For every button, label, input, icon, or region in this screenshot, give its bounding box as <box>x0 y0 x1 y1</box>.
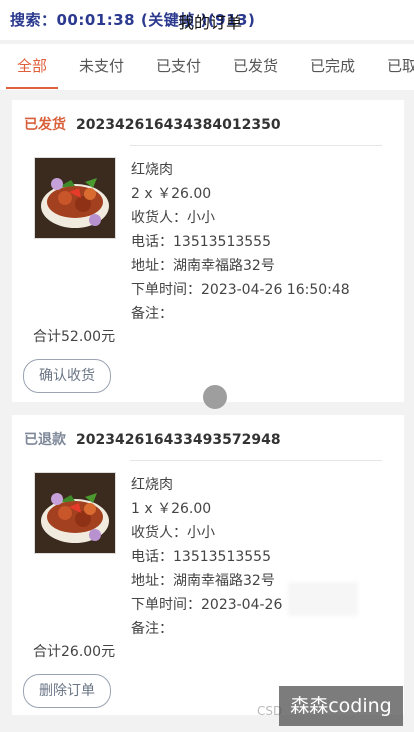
top-bar: 搜索：00:01:38 (关键帧 )(913) 我的订单 <box>0 0 414 40</box>
order-time: 下单时间：2023-04-26 <box>131 597 283 613</box>
order-status: 已发货 <box>24 117 66 133</box>
tab-completed[interactable]: 已完成 <box>310 44 355 90</box>
food-image-icon[interactable] <box>34 157 116 239</box>
order-status: 已退款 <box>24 432 66 448</box>
order-header: 已发货 202342616434384012350 <box>24 114 281 134</box>
phone: 电话：13513513555 <box>131 549 271 565</box>
active-tab-indicator <box>6 87 58 89</box>
order-details: 红烧肉 2 x ￥26.00 收货人：小小 电话：13513513555 地址：… <box>131 158 350 326</box>
order-card: 已发货 202342616434384012350 红烧肉 2 x ￥26.00 … <box>12 100 404 402</box>
item-qty-price: 2 x ￥26.00 <box>131 186 212 202</box>
order-total: 合计52.00元 <box>33 329 116 345</box>
food-image-icon[interactable] <box>34 472 116 554</box>
receiver: 收货人：小小 <box>131 210 215 226</box>
tab-cancelled[interactable]: 已取 <box>387 44 414 90</box>
remark: 备注： <box>131 621 173 637</box>
order-total: 合计26.00元 <box>33 644 116 660</box>
order-time: 下单时间：2023-04-26 16:50:48 <box>131 282 350 298</box>
scroll-indicator-icon[interactable] <box>203 385 227 409</box>
order-card: 已退款 202342616433493572948 红烧肉 1 x ￥26.00 … <box>12 415 404 715</box>
tab-paid[interactable]: 已支付 <box>156 44 201 90</box>
order-header: 已退款 202342616433493572948 <box>24 429 281 449</box>
tab-unpaid[interactable]: 未支付 <box>79 44 124 90</box>
divider <box>130 145 382 146</box>
confirm-receipt-button[interactable]: 确认收货 <box>23 359 111 393</box>
item-name: 红烧肉 <box>131 162 173 178</box>
order-number: 202342616434384012350 <box>76 117 281 133</box>
remark: 备注： <box>131 306 173 322</box>
tab-all[interactable]: 全部 <box>17 44 47 90</box>
item-name: 红烧肉 <box>131 477 173 493</box>
order-tabs: 全部 未支付 已支付 已发货 已完成 已取 <box>0 44 414 90</box>
address: 地址：湖南幸福路32号 <box>131 258 275 274</box>
tab-shipped[interactable]: 已发货 <box>233 44 278 90</box>
address: 地址：湖南幸福路32号 <box>131 573 275 589</box>
watermark-badge: 森森coding <box>279 686 403 726</box>
item-qty-price: 1 x ￥26.00 <box>131 501 212 517</box>
order-number: 202342616433493572948 <box>76 432 281 448</box>
delete-order-button[interactable]: 删除订单 <box>23 674 111 708</box>
divider <box>130 460 382 461</box>
page-title: 我的订单 <box>178 13 243 32</box>
blurred-region <box>288 582 358 616</box>
order-details: 红烧肉 1 x ￥26.00 收货人：小小 电话：13513513555 地址：… <box>131 473 282 641</box>
phone: 电话：13513513555 <box>131 234 271 250</box>
receiver: 收货人：小小 <box>131 525 215 541</box>
